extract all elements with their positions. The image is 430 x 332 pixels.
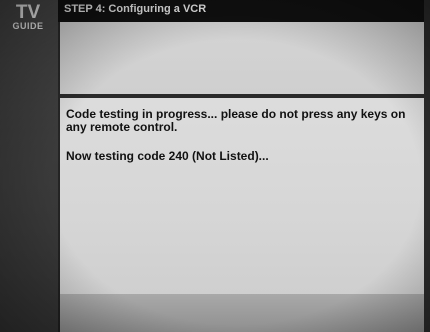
tv-guide-logo: TV GUIDE xyxy=(8,2,48,34)
tv-screen: TV GUIDE STEP 4: Configuring a VCR Code … xyxy=(0,0,430,332)
header-bar: STEP 4: Configuring a VCR xyxy=(58,0,430,22)
sidebar: TV GUIDE xyxy=(0,0,58,332)
page-title: STEP 4: Configuring a VCR xyxy=(64,3,207,15)
top-panel xyxy=(60,22,424,94)
logo-line-guide: GUIDE xyxy=(12,21,44,31)
message-panel: Code testing in progress... please do no… xyxy=(60,98,424,294)
progress-message: Code testing in progress... please do no… xyxy=(66,107,406,134)
screen-edge xyxy=(424,0,430,332)
status-message: Now testing code 240 (Not Listed)... xyxy=(66,149,269,163)
bottom-strip xyxy=(60,294,424,332)
logo-line-tv: TV xyxy=(15,2,41,23)
